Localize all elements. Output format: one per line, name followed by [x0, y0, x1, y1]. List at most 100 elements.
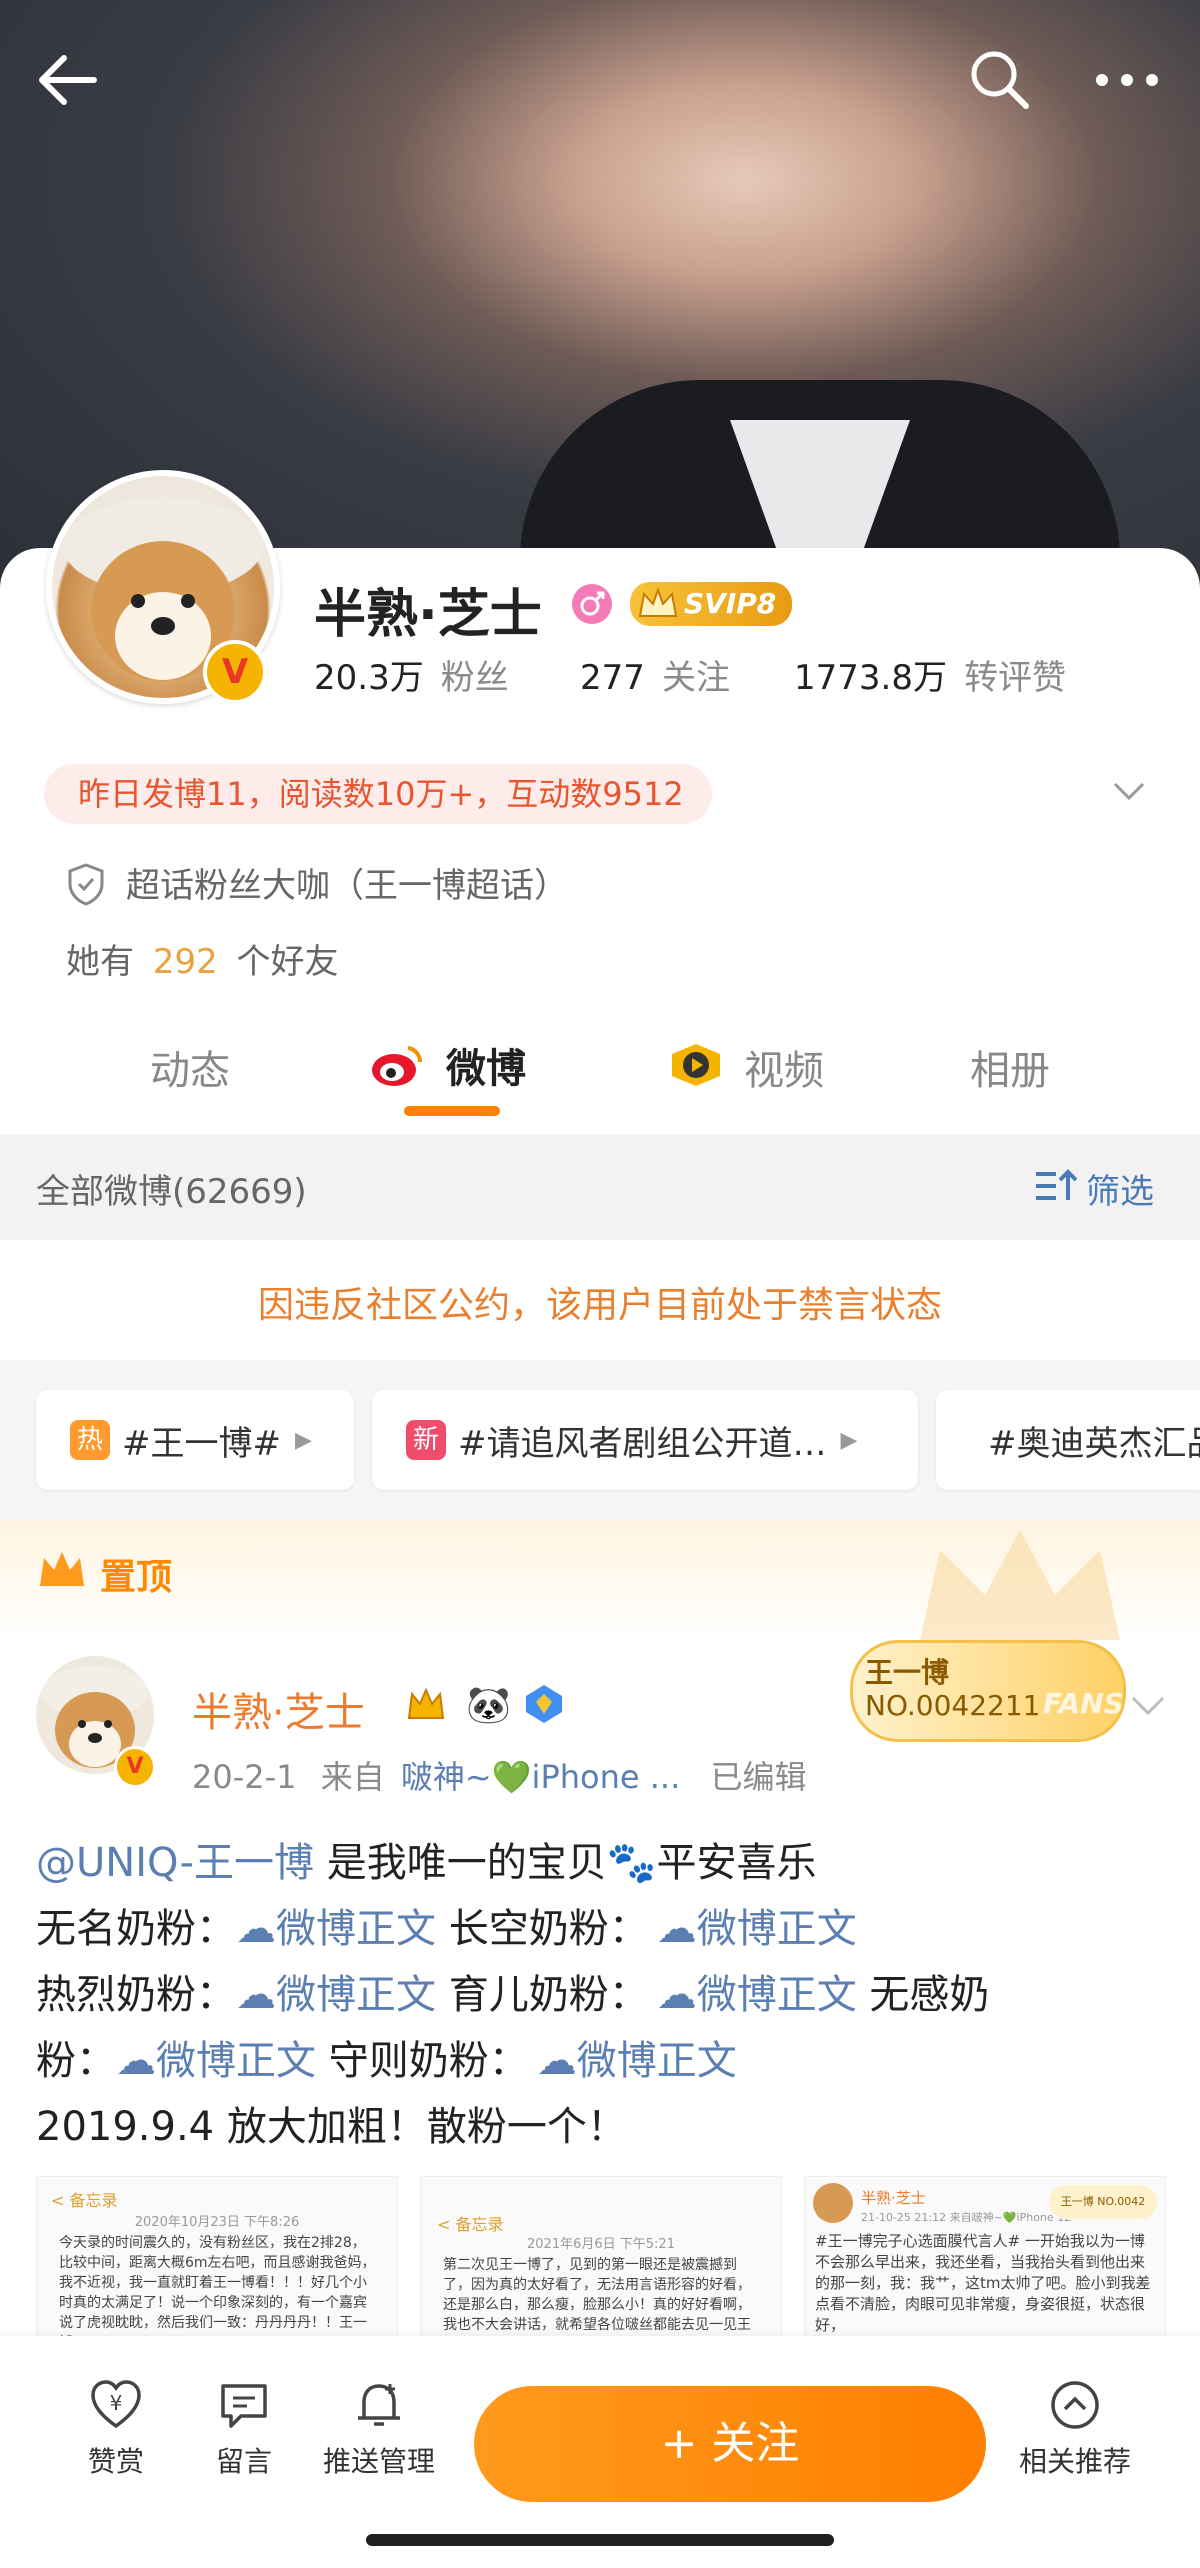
post-menu-chevron-icon[interactable] [1130, 1694, 1166, 1718]
topic-label: #请追风者剧组公开道… [458, 1423, 827, 1464]
push-management-button[interactable]: 推送管理 [316, 2378, 442, 2480]
thumb-title: < 备忘录 [437, 2215, 504, 2234]
weibo-link[interactable]: ☁微博正文 [236, 1972, 436, 2018]
post-text: 无名奶粉： [36, 1906, 236, 1952]
search-icon[interactable] [968, 48, 1030, 110]
thumb-text: 今天录的时间震久的，没有粉丝区，我在2排28，比较中间，距离大概6m左右吧，而且… [59, 2235, 376, 2351]
chevron-up-circle-icon [1048, 2378, 1102, 2432]
friends-row[interactable]: 她有 292 个好友 [66, 934, 339, 983]
topic-label: #王一博# [122, 1423, 281, 1464]
thumb-title: < 备忘录 [51, 2191, 118, 2210]
verified-badge-icon: V [114, 1746, 156, 1788]
post-source[interactable]: 啵神~💚iPhone ... [401, 1758, 680, 1796]
new-badge: 新 [406, 1420, 446, 1460]
weibo-link[interactable]: ☁微博正文 [116, 2038, 316, 2084]
thumb-title: 半熟·芝士 [861, 2189, 926, 2207]
filter-button[interactable]: 筛选 [1086, 1164, 1154, 1213]
related-recommend-button[interactable]: 相关推荐 [1010, 2378, 1140, 2480]
interactions-label: 转评赞 [964, 658, 1067, 698]
weibo-logo-icon [368, 1040, 426, 1090]
pinned-label: 置顶 [100, 1557, 173, 1598]
fan-badge[interactable]: 王一博 NO.0042211 FANS [850, 1640, 1126, 1742]
reward-label: 赞赏 [87, 2445, 144, 2478]
more-icon[interactable] [1094, 70, 1164, 90]
follow-button[interactable]: + 关注 [474, 2386, 986, 2502]
hot-badge: 热 [70, 1420, 110, 1460]
post-edited: 已编辑 [710, 1758, 807, 1796]
post-text: 粉： [36, 2038, 116, 2084]
post-line-2: 无名奶粉：☁微博正文 长空奶粉： ☁微博正文 [36, 1896, 857, 1954]
topic-card-2[interactable]: 新 #请追风者剧组公开道… ▶ [372, 1390, 918, 1490]
link-cloud-icon: ☁ [656, 1906, 697, 1952]
link-label: 微博正文 [276, 1972, 436, 2018]
all-weibo-count[interactable]: 全部微博(62669) [36, 1164, 307, 1213]
link-label: 微博正文 [576, 2038, 737, 2084]
active-tab-indicator [404, 1106, 500, 1116]
post-date: 20-2-1 [192, 1758, 297, 1796]
post-text: 育儿奶粉： [436, 1972, 649, 2018]
topic-label: #奥迪英杰汇品 [988, 1423, 1200, 1464]
svip-badge[interactable]: SVIP8 [630, 582, 793, 626]
friends-prefix: 她有 [66, 942, 134, 982]
filter-icon[interactable] [1034, 1166, 1078, 1206]
post-author-name[interactable]: 半熟·芝士 [192, 1680, 365, 1738]
weibo-link[interactable]: ☁微博正文 [657, 1972, 857, 2018]
post-text: 热烈奶粉： [36, 1972, 236, 2018]
message-button[interactable]: 留言 [194, 2378, 294, 2480]
weibo-link[interactable]: ☁微博正文 [537, 2038, 737, 2084]
mention-link[interactable]: @UNIQ-王一博 [36, 1840, 314, 1886]
followers-label: 粉丝 [440, 658, 509, 698]
tab-album[interactable]: 相册 [970, 1038, 1050, 1096]
push-label: 推送管理 [322, 2445, 435, 2478]
topic-card-1[interactable]: 热 #王一博# ▶ [36, 1390, 354, 1490]
thumb-text: #王一博完子心选面膜代言人# 一开始我以为一博不会那么早出来，我还坐看，当我抬头… [815, 2232, 1151, 2334]
back-arrow-icon[interactable] [34, 50, 104, 110]
tab-dynamics[interactable]: 动态 [150, 1038, 230, 1096]
shield-icon [66, 862, 106, 906]
followers-stat[interactable]: 20.3万 粉丝 [314, 650, 509, 699]
profile-name: 半熟·芝士 [314, 585, 542, 645]
female-icon [572, 584, 612, 624]
tab-video[interactable]: 视频 [744, 1038, 824, 1096]
home-indicator [366, 2534, 834, 2546]
link-cloud-icon: ☁ [236, 1972, 276, 2018]
friends-suffix: 个好友 [236, 942, 339, 982]
following-count: 277 [580, 658, 645, 698]
crown-icon [36, 1548, 88, 1592]
post-text: 无感奶 [856, 1972, 990, 2018]
thumb-date: 2021年6月6日 下午5:21 [527, 2237, 675, 2252]
bell-icon [352, 2378, 406, 2432]
post-line-3: 热烈奶粉：☁微博正文 育儿奶粉： ☁微博正文 无感奶 [36, 1962, 989, 2020]
link-label: 微博正文 [696, 1972, 857, 2018]
fan-badge-number: NO.0042211 [865, 1689, 1041, 1722]
post-text: 守则奶粉： [316, 2038, 529, 2084]
followers-count: 20.3万 [314, 658, 424, 698]
svip-label: SVIP8 [684, 587, 777, 620]
link-cloud-icon: ☁ [236, 1906, 276, 1952]
weibo-link[interactable]: ☁微博正文 [236, 1906, 436, 1952]
topic-card-3[interactable]: #奥迪英杰汇品 [936, 1390, 1200, 1490]
stats-summary-pill[interactable]: 昨日发博11，阅读数10万+，互动数9512 [44, 764, 712, 824]
weibo-link[interactable]: ☁微博正文 [657, 1906, 857, 1952]
post-text: 长空奶粉： [436, 1906, 649, 1952]
superfan-badge-text[interactable]: 超话粉丝大咖（王一博超话） [126, 858, 568, 907]
thumb-date: 2020年10月23日 下午8:26 [134, 2215, 300, 2230]
following-stat[interactable]: 277 关注 [580, 650, 730, 699]
friends-count: 292 [152, 942, 218, 982]
related-label: 相关推荐 [1018, 2445, 1131, 2478]
thumb-avatar [813, 2183, 853, 2223]
following-label: 关注 [662, 658, 730, 698]
caret-right-icon: ▶ [840, 1427, 858, 1453]
crown-icon [636, 582, 680, 626]
fan-badge-word: FANS [1043, 1687, 1124, 1720]
post-text: 是我唯一的宝贝🐾平安喜乐 [314, 1840, 817, 1886]
message-icon [217, 2378, 271, 2432]
fan-badge-name: 王一博 [865, 1656, 950, 1689]
reward-button[interactable]: ¥ 赞赏 [66, 2378, 166, 2480]
link-label: 微博正文 [156, 2038, 316, 2084]
interactions-stat[interactable]: 1773.8万 转评赞 [794, 650, 1066, 699]
chevron-down-icon[interactable] [1112, 780, 1146, 802]
tab-weibo[interactable]: 微博 [446, 1036, 526, 1094]
post-line-4: 粉：☁微博正文 守则奶粉： ☁微博正文 [36, 2028, 737, 2086]
post-line-5: 2019.9.4 放大加粗！散粉一个！ [36, 2104, 627, 2150]
